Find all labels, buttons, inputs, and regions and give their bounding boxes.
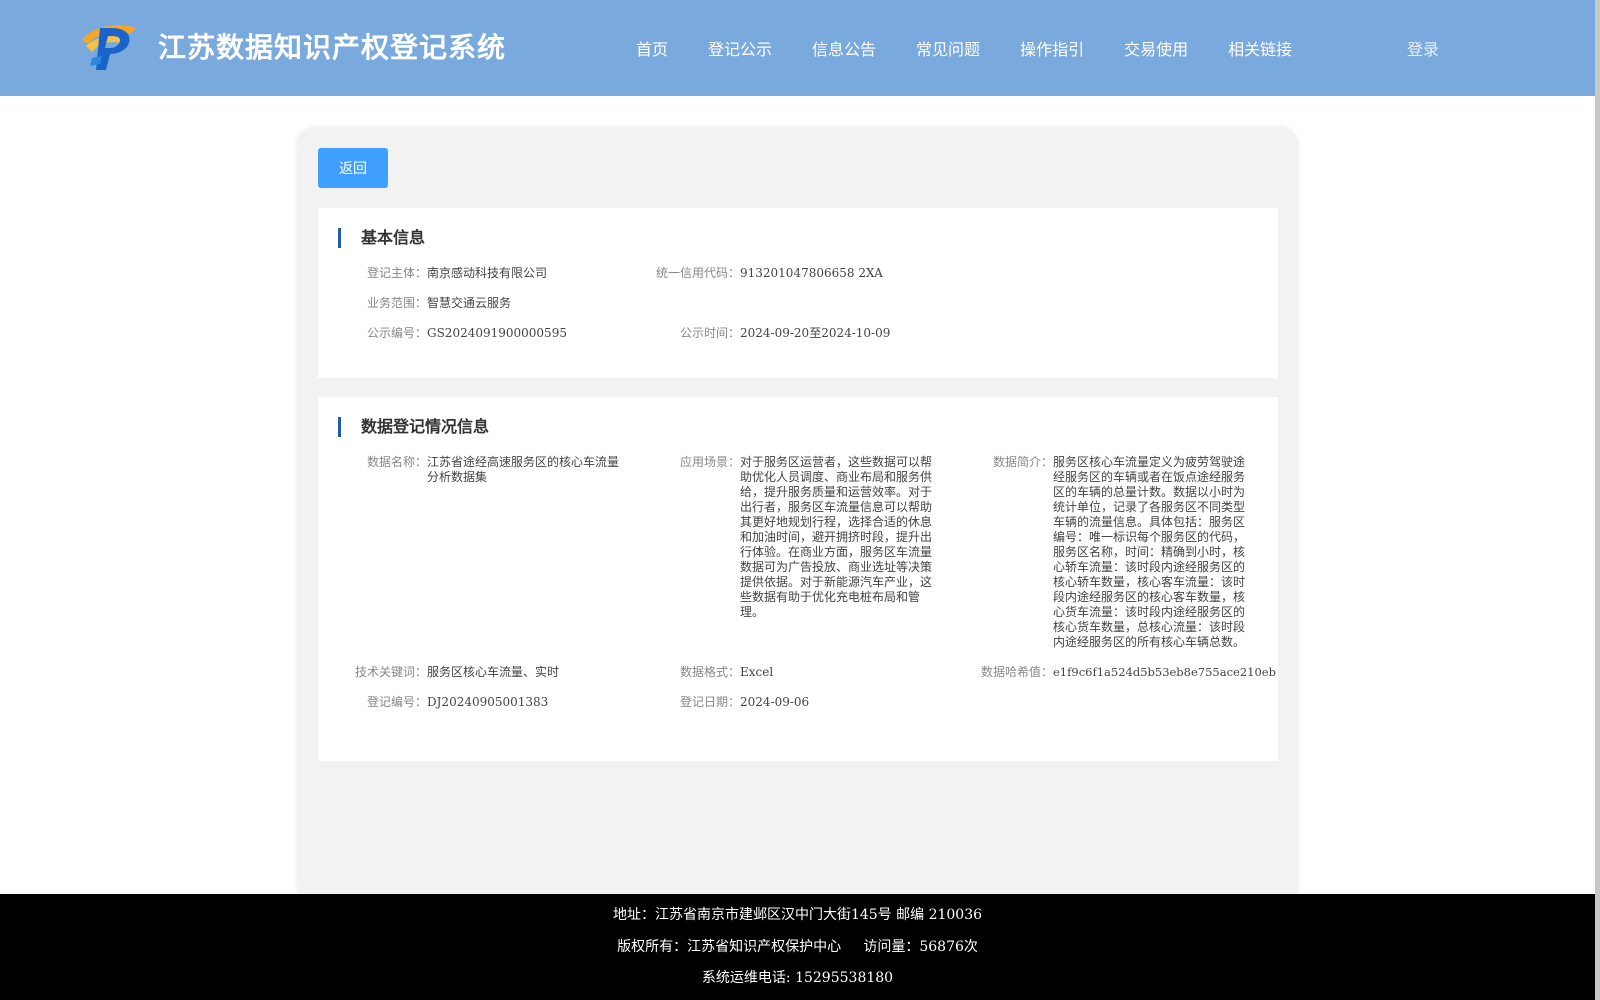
field-label: 数据简介： xyxy=(992,455,1053,469)
field-label: 公示编号： xyxy=(366,326,427,340)
field-value: 服务区核心车流量定义为疲劳驾驶途经服务区的车辆或者在饭点途经服务区的车辆的总量计… xyxy=(1053,455,1246,649)
main-nav: 首页 登记公示 信息公告 常见问题 操作指引 交易使用 相关链接 xyxy=(636,0,1332,96)
field-label: 登记主体： xyxy=(366,266,427,280)
detail-panel: 返回 基本信息 登记主体： 南京感动科技有限公司 统一信用代码： 9132010… xyxy=(297,127,1298,907)
nav-faq[interactable]: 常见问题 xyxy=(916,36,980,60)
field-value: Excel xyxy=(740,665,774,679)
field-value: 2024-09-06 xyxy=(740,695,810,709)
field-value: GS2024091900000595 xyxy=(427,326,567,340)
site-header: 江苏数据知识产权登记系统 首页 登记公示 信息公告 常见问题 操作指引 交易使用… xyxy=(0,0,1595,96)
site-title: 江苏数据知识产权登记系统 xyxy=(158,31,507,64)
data-registration-card: 数据登记情况信息 数据名称： 江苏省途经高速服务区的核心车流量分析数据集 应用场… xyxy=(318,397,1278,761)
logo-icon xyxy=(82,25,136,70)
field-label: 应用场景： xyxy=(679,455,740,469)
field-value: 智慧交通云服务 xyxy=(427,296,512,310)
login-link[interactable]: 登录 xyxy=(1407,36,1439,60)
nav-home[interactable]: 首页 xyxy=(636,36,668,60)
field-label: 登记编号： xyxy=(366,695,427,709)
field-label: 数据格式： xyxy=(679,665,740,679)
nav-links[interactable]: 相关链接 xyxy=(1228,36,1292,60)
field-value: e1f9c6f1a524d5b53eb8e755ace210eb xyxy=(1053,665,1276,679)
field-value: 江苏省途经高速服务区的核心车流量分析数据集 xyxy=(427,455,620,484)
nav-registration-notice[interactable]: 登记公示 xyxy=(708,36,772,60)
field-label: 公示时间： xyxy=(679,326,740,340)
section-title: 基本信息 xyxy=(338,228,425,248)
field-value: DJ20240905001383 xyxy=(427,695,549,709)
field-label: 技术关键词： xyxy=(354,665,427,679)
field-label: 数据哈希值： xyxy=(980,665,1053,679)
nav-trading[interactable]: 交易使用 xyxy=(1124,36,1188,60)
back-button[interactable]: 返回 xyxy=(318,148,388,188)
field-value: 对于服务区运营者，这些数据可以帮助优化人员调度、商业布局和服务供给，提升服务质量… xyxy=(740,455,933,619)
footer-phone: 系统运维电话: 15295538180 xyxy=(701,970,894,986)
field-value: 913201047806658 2XA xyxy=(740,266,883,280)
field-label: 统一信用代码： xyxy=(655,266,740,280)
field-value: 2024-09-20至2024-10-09 xyxy=(740,326,891,340)
field-value: 服务区核心车流量、实时 xyxy=(427,665,560,679)
nav-announcements[interactable]: 信息公告 xyxy=(812,36,876,60)
scrollbar[interactable] xyxy=(1595,0,1600,1000)
basic-info-card: 基本信息 登记主体： 南京感动科技有限公司 统一信用代码： 9132010478… xyxy=(318,208,1278,378)
field-label: 数据名称： xyxy=(366,455,427,469)
footer-copyright: 版权所有：江苏省知识产权保护中心 访问量：56876次 xyxy=(617,939,978,955)
section-title: 数据登记情况信息 xyxy=(338,417,489,437)
field-value: 南京感动科技有限公司 xyxy=(427,266,548,280)
nav-guide[interactable]: 操作指引 xyxy=(1020,36,1084,60)
field-label: 登记日期： xyxy=(679,695,740,709)
site-footer: 地址：江苏省南京市建邺区汉中门大街145号 邮编 210036 版权所有：江苏省… xyxy=(0,894,1595,1000)
footer-address: 地址：江苏省南京市建邺区汉中门大街145号 邮编 210036 xyxy=(612,907,983,923)
field-label: 业务范围： xyxy=(366,296,427,310)
